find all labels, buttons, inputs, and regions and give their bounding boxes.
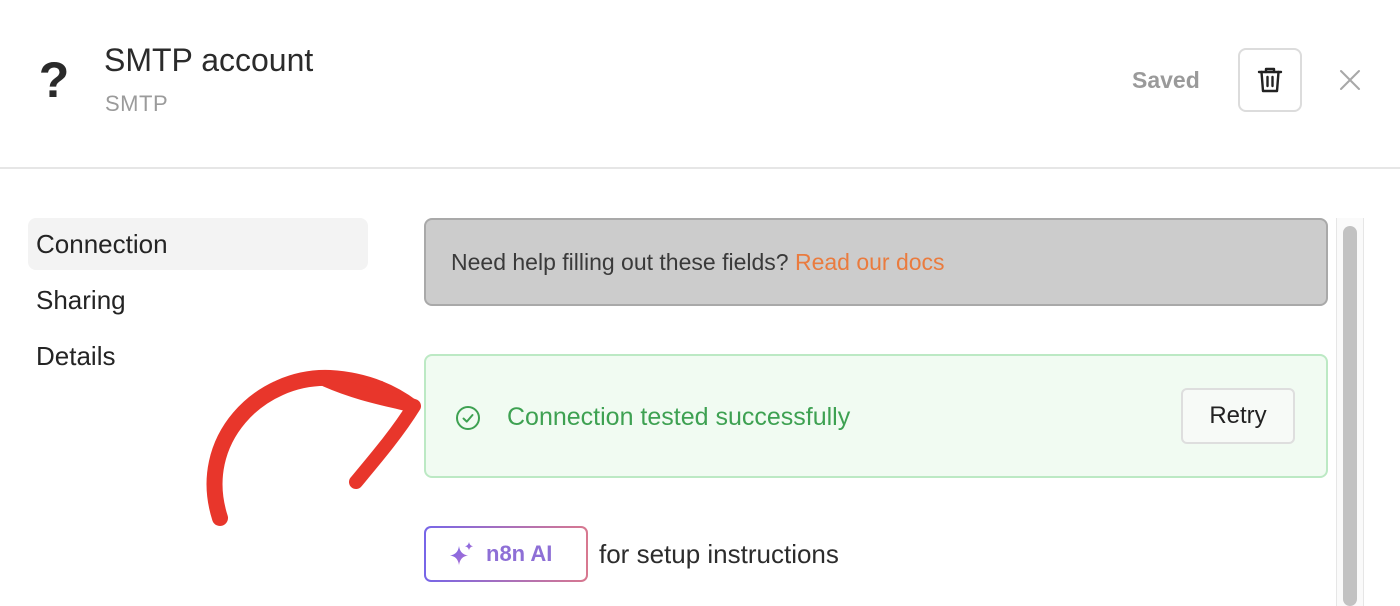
connection-status-banner: Connection tested successfully Retry [424,354,1328,478]
help-text: Need help filling out these fields? [451,249,795,275]
help-banner: Need help filling out these fields? Read… [424,218,1328,306]
n8n-ai-label: n8n AI [486,541,553,566]
question-mark-icon: ? [38,52,70,108]
delete-button[interactable] [1238,48,1302,112]
credential-type: SMTP [105,91,169,116]
arrow-head [319,373,421,489]
ai-caption: for setup instructions [599,539,839,569]
scrollbar-thumb[interactable] [1343,226,1357,606]
credential-header: ? SMTP account SMTP Saved [0,0,1400,169]
credential-title[interactable]: SMTP account [104,40,313,80]
close-button[interactable] [1332,62,1368,98]
arrow-shaft [206,369,420,526]
sidebar-item-details[interactable]: Details [28,330,368,382]
connection-status-message: Connection tested successfully [507,403,851,431]
n8n-ai-button[interactable]: n8n AI [424,526,588,582]
retry-button[interactable]: Retry [1181,388,1295,444]
sidebar-item-sharing[interactable]: Sharing [28,274,368,326]
close-icon [1340,70,1360,90]
check-circle-icon [456,406,480,430]
docs-link[interactable]: Read our docs [795,249,945,275]
sparkle-icon [450,542,473,565]
scrollbar[interactable] [1336,218,1364,606]
saved-status: Saved [1132,67,1200,93]
sidebar-item-connection[interactable]: Connection [28,218,368,270]
trash-icon [1257,67,1283,93]
